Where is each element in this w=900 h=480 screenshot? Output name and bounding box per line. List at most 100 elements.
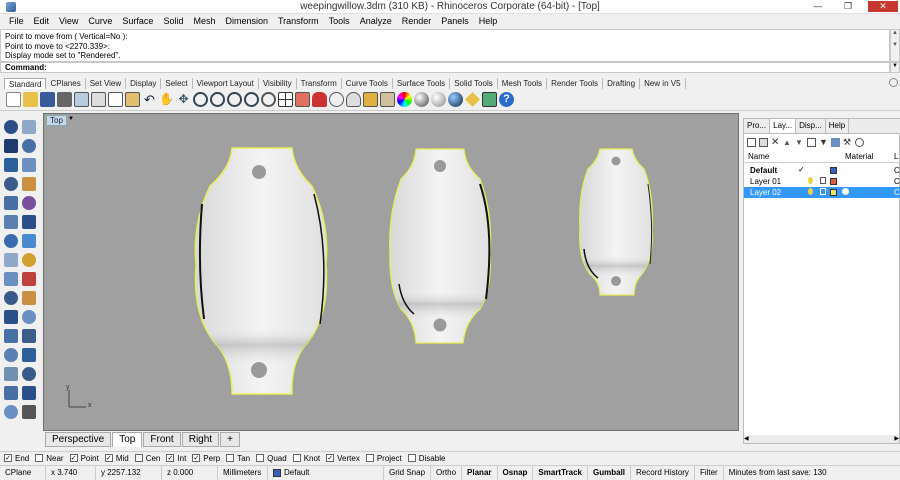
close-button[interactable]: ✕ [868,1,898,12]
ortho-toggle[interactable]: Ortho [431,465,463,480]
join-icon[interactable] [22,272,36,286]
zoom-extents-icon[interactable] [227,92,242,107]
osnap-vertex[interactable]: ✓ Vertex [326,454,360,463]
osnap-checkbox[interactable] [134,454,143,462]
render-sphere-icon[interactable] [431,92,446,107]
tab-layers[interactable]: Lay... [770,119,797,133]
layer-row[interactable]: Layer 02 C [744,187,900,198]
select-point-icon[interactable] [22,120,36,134]
move-to-parent-icon[interactable] [807,137,816,147]
tab-mesh-tools[interactable]: Mesh Tools [498,78,548,89]
tab-visibility[interactable]: Visibility [259,78,297,89]
viewport-menu-arrow-icon[interactable]: ▼ [68,116,74,122]
osnap-checkbox[interactable]: ✓ [166,454,175,462]
tab-select[interactable]: Select [161,78,193,89]
osnap-cen[interactable]: Cen [134,454,160,463]
trim-icon[interactable] [22,253,36,267]
menu-panels[interactable]: Panels [436,16,474,26]
tab-standard[interactable]: Standard [4,78,47,89]
wrench-icon[interactable]: ⚒ [843,137,852,147]
layer-row[interactable]: Default ✓ C [744,165,900,176]
help-icon[interactable]: ? [499,92,514,107]
grid-icon[interactable] [295,92,310,107]
move-up-icon[interactable]: ▲ [783,138,792,147]
column-name[interactable]: Name [748,152,769,161]
light-bulb-icon[interactable] [808,188,813,195]
four-viewports-icon[interactable] [278,92,293,107]
tab-display[interactable]: Display [126,78,162,89]
column-extra[interactable]: L [894,152,898,161]
osnap-near[interactable]: Near [35,454,64,463]
filter-icon[interactable]: ▼ [819,137,828,147]
block-icon[interactable] [22,386,36,400]
osnap-checkbox[interactable]: ✓ [69,454,78,462]
osnap-checkbox[interactable] [365,454,374,462]
mirror-icon[interactable] [22,348,36,362]
rotate-view-icon[interactable]: ✥ [176,92,191,107]
tab-transform[interactable]: Transform [297,78,342,89]
menu-tools[interactable]: Tools [324,16,355,26]
menu-render[interactable]: Render [397,16,437,26]
undo-icon[interactable]: ↶ [142,92,157,107]
offset-curve-icon[interactable] [22,196,36,210]
column-material[interactable]: Material [845,152,873,161]
tab-curve-tools[interactable]: Curve Tools [342,78,393,89]
zoom-icon[interactable] [193,92,208,107]
polyline-icon[interactable] [4,139,18,153]
select-arrow-icon[interactable] [4,120,18,134]
save-icon[interactable] [40,92,55,107]
mesh-icon[interactable] [4,253,18,267]
lock-open-icon[interactable] [820,177,826,184]
menu-edit[interactable]: Edit [29,16,55,26]
explode-icon[interactable] [4,291,18,305]
zoom-selected-icon[interactable] [244,92,259,107]
analyze-icon[interactable] [4,405,18,419]
tab-viewport-layout[interactable]: Viewport Layout [193,78,259,89]
dimension-icon[interactable] [4,367,18,381]
lock-open-icon[interactable] [820,188,826,195]
status-layer[interactable]: Default [268,465,384,480]
gumball-toggle[interactable]: Gumball [588,465,632,480]
history-icon[interactable] [482,92,497,107]
tab-new-in-v5[interactable]: New in V5 [640,78,686,89]
new-sublayer-icon[interactable] [759,137,768,147]
status-cplane[interactable]: CPlane [0,465,46,480]
osnap-int[interactable]: ✓ Int [166,454,186,463]
osnap-checkbox[interactable]: ✓ [326,454,335,462]
copy-obj-icon[interactable] [22,310,36,324]
osnap-checkbox[interactable] [35,454,44,462]
menu-solid[interactable]: Solid [158,16,188,26]
osnap-checkbox[interactable]: ✓ [4,454,12,462]
render-icon[interactable] [448,92,463,107]
viewport-title[interactable]: Top [46,115,67,126]
tab-top[interactable]: Top [112,431,143,447]
text-icon[interactable] [22,367,36,381]
cut-icon[interactable] [91,92,106,107]
pan-icon[interactable]: ✋ [159,92,174,107]
osnap-point[interactable]: ✓ Point [69,454,99,463]
command-input[interactable] [49,63,885,72]
restore-button[interactable]: ❐ [838,1,858,12]
array-icon[interactable] [4,348,18,362]
light-bulb-icon[interactable] [808,177,813,184]
extrude-icon[interactable] [22,215,36,229]
tab-surface-tools[interactable]: Surface Tools [393,78,451,89]
layers-horizontal-scrollbar[interactable]: ◀ ▶ [744,435,899,443]
command-history[interactable]: Point to move from ( Vertical=No ): Poin… [0,29,890,62]
menu-view[interactable]: View [54,16,83,26]
osnap-checkbox[interactable] [407,454,416,462]
new-layer-icon[interactable] [747,137,756,147]
car-icon[interactable] [312,92,327,107]
osnap-checkbox[interactable] [256,454,265,462]
viewport-canvas[interactable] [44,114,739,431]
open-icon[interactable] [23,92,38,107]
import-icon[interactable] [74,92,89,107]
tab-front[interactable]: Front [143,431,181,447]
help-panel-icon[interactable] [855,137,864,147]
osnap-project[interactable]: Project [365,454,402,463]
osnap-perp[interactable]: ✓ Perp [192,454,220,463]
lock-icon[interactable] [363,92,378,107]
menu-mesh[interactable]: Mesh [188,16,220,26]
planar-toggle[interactable]: Planar [462,465,498,480]
smarttrack-toggle[interactable]: SmartTrack [533,465,589,480]
